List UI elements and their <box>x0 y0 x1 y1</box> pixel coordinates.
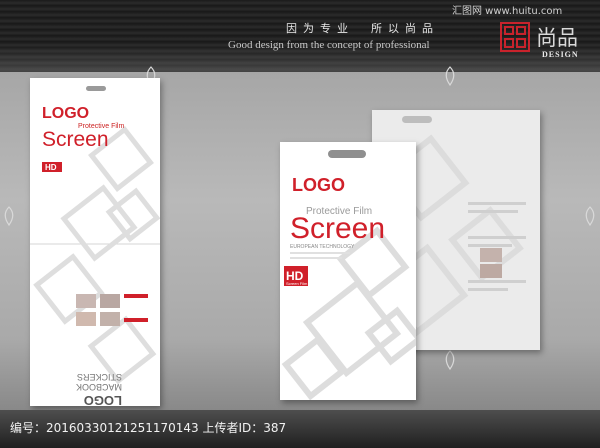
watermark-leaf-icon <box>4 206 14 226</box>
instruction-photo <box>100 294 120 308</box>
flipped-logo: LOGO <box>84 393 122 406</box>
instruction-photo <box>76 312 96 326</box>
package-tech: EUROPEAN TECHNOLOGY <box>290 244 355 250</box>
package-logo: LOGO <box>42 105 89 122</box>
flipped-line1: MACBOOK <box>76 382 122 392</box>
instruction-photo <box>480 264 502 278</box>
watermark-text: 汇图网 www.huitu.com <box>452 6 563 17</box>
hd-badge-text: HD <box>45 163 57 172</box>
package-logo: LOGO <box>292 175 345 195</box>
footer-caption: 编号：20160330121251170143 上传者ID：387 <box>10 421 287 435</box>
slogan-english: Good design from the concept of professi… <box>228 39 430 51</box>
instruction-photo <box>76 294 96 308</box>
poster-canvas: 汇图网 www.huitu.com 因为专业 所以尚品 Good design … <box>0 0 600 448</box>
watermark-leaf-icon <box>585 206 595 226</box>
brand-name: 尚品 <box>536 26 578 50</box>
brand-seal-icon <box>500 22 530 52</box>
hang-hole-icon <box>328 150 366 158</box>
watermark-leaf-icon <box>445 350 455 370</box>
flipped-line2: STICKERS <box>77 372 122 382</box>
hd-badge-subtext: Screen Film <box>286 281 308 286</box>
package-title: Screen <box>290 212 385 245</box>
watermark-leaf-icon <box>445 66 455 86</box>
package-front: LOGO Protective Film Screen EUROPEAN TEC… <box>280 142 416 400</box>
instruction-photo <box>100 312 120 326</box>
slogan-chinese: 因为专业 所以尚品 <box>286 22 439 35</box>
brand-design-label: DESIGN <box>542 50 579 59</box>
package-title: Screen <box>42 128 109 151</box>
hang-hole-icon <box>86 86 106 91</box>
package-unfolded: HD LOGO Protective Film Screen LOGO MACB… <box>30 78 160 406</box>
hang-hole-icon <box>402 116 432 123</box>
instruction-photo <box>480 248 502 262</box>
